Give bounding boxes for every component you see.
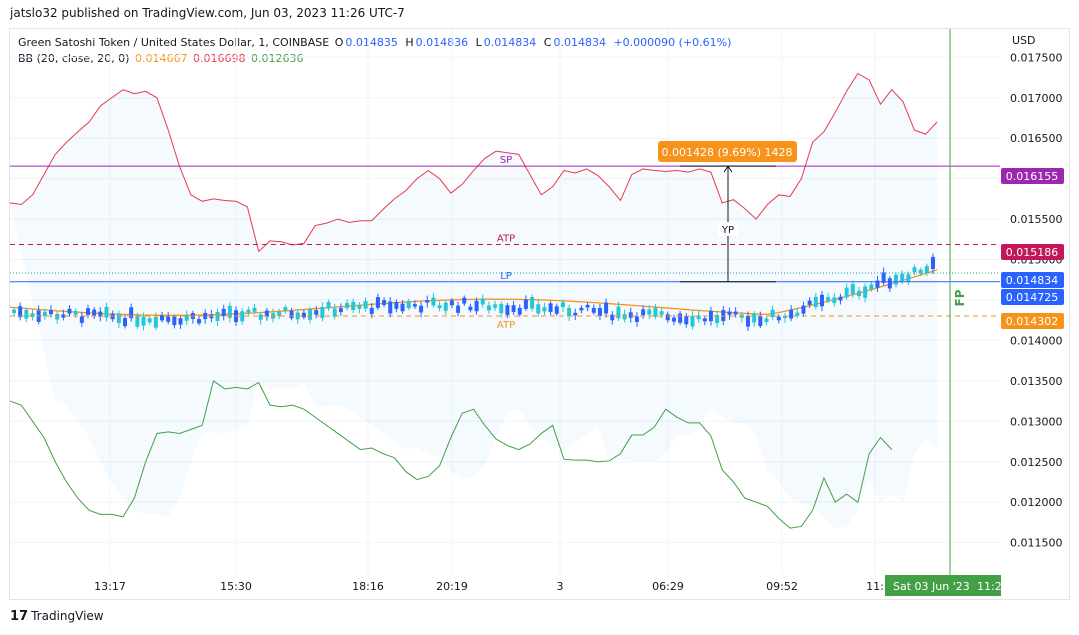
bb-legend: BB (20, close, 20, 0) 0.014667 0.016698 … bbox=[18, 52, 305, 65]
ohlc-close: C 0.014834 bbox=[543, 36, 606, 49]
footer: 𝟭𝟳 TradingView bbox=[10, 609, 104, 624]
bb-label: BB (20, close, 20, 0) bbox=[18, 52, 130, 65]
brand-name: TradingView bbox=[31, 609, 104, 623]
ohlc-low: L 0.014834 bbox=[475, 36, 537, 49]
ohlc-open: O 0.014835 bbox=[334, 36, 398, 49]
bb-upper-value: 0.016698 bbox=[192, 52, 246, 65]
symbol-legend: Green Satoshi Token / United States Doll… bbox=[18, 36, 733, 49]
symbol-name: Green Satoshi Token / United States Doll… bbox=[18, 36, 330, 49]
bb-lower-value: 0.012636 bbox=[250, 52, 304, 65]
tradingview-logo-icon: 𝟭𝟳 bbox=[10, 609, 29, 624]
bb-basis-value: 0.014667 bbox=[134, 52, 188, 65]
ohlc-high: H 0.014836 bbox=[405, 36, 469, 49]
price-change: +0.000090 (+0.61%) bbox=[613, 36, 732, 49]
chart-frame[interactable] bbox=[9, 28, 1070, 600]
publisher-line: jatslo32 published on TradingView.com, J… bbox=[10, 6, 405, 20]
